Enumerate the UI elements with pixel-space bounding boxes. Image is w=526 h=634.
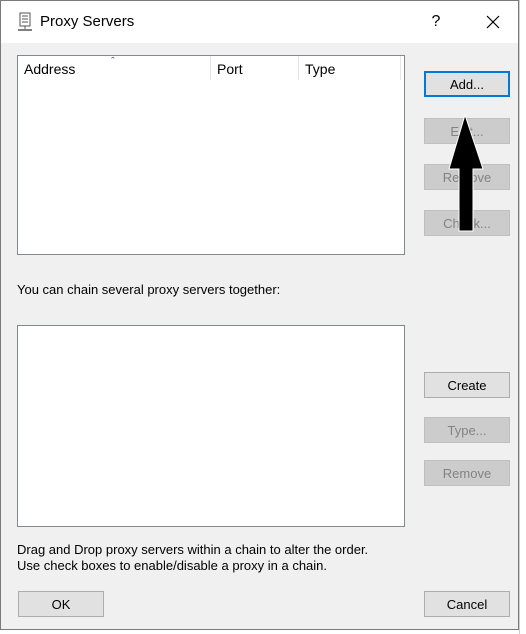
column-header-address[interactable]: ˆ Address (18, 56, 211, 80)
proxy-servers-dialog: Proxy Servers ? ˆ Address Port Type Add.… (0, 0, 519, 630)
check-proxy-button[interactable]: Check... (424, 210, 510, 236)
create-chain-button[interactable]: Create (424, 372, 510, 398)
help-label: ? (431, 13, 441, 30)
column-address-label: Address (24, 61, 76, 77)
proxy-list[interactable]: ˆ Address Port Type (17, 55, 405, 255)
hint-checkboxes: Use check boxes to enable/disable a prox… (17, 558, 328, 573)
column-header-port[interactable]: Port (211, 56, 299, 80)
chain-list[interactable] (17, 325, 405, 527)
remove-proxy-button[interactable]: Remove (424, 164, 510, 190)
remove-chain-button[interactable]: Remove (424, 460, 510, 486)
title-bar: Proxy Servers ? (1, 1, 518, 43)
background-window-edge (519, 0, 526, 634)
chain-label: You can chain several proxy servers toge… (17, 282, 281, 297)
ok-button[interactable]: OK (18, 591, 104, 617)
help-button[interactable]: ? (421, 7, 451, 37)
close-button[interactable] (477, 7, 509, 37)
window-title: Proxy Servers (40, 13, 135, 30)
server-icon (18, 12, 32, 31)
column-type-label: Type (305, 61, 336, 77)
add-proxy-button[interactable]: Add... (424, 71, 510, 97)
edit-proxy-button[interactable]: Edit... (424, 118, 510, 144)
column-header-type[interactable]: Type (299, 56, 401, 80)
column-port-label: Port (217, 61, 243, 77)
proxy-list-header: ˆ Address Port Type (18, 56, 404, 80)
hint-drag-drop: Drag and Drop proxy servers within a cha… (17, 542, 369, 557)
sort-ascending-icon: ˆ (111, 56, 115, 68)
chain-type-button[interactable]: Type... (424, 417, 510, 443)
cancel-button[interactable]: Cancel (424, 591, 510, 617)
close-icon (486, 15, 500, 29)
